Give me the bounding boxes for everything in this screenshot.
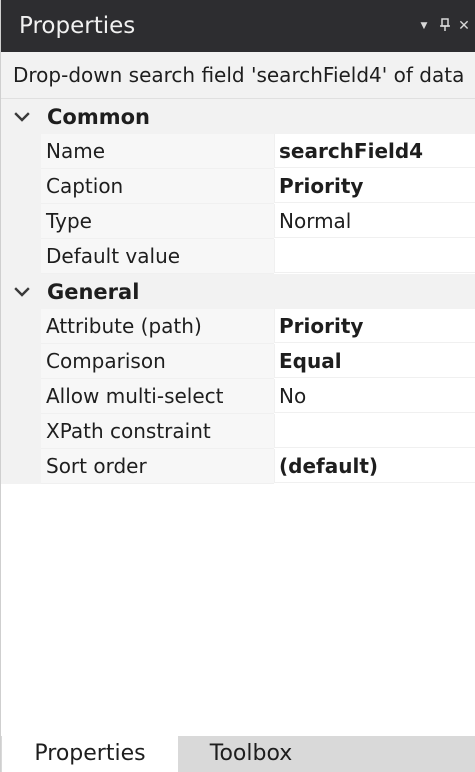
bottom-tab-strip: Properties Toolbox: [1, 736, 475, 772]
row-gutter: [1, 344, 41, 379]
property-name-cell[interactable]: XPath constraint: [41, 414, 274, 449]
property-name-cell[interactable]: Sort order: [41, 449, 274, 484]
selection-description-text: Drop-down search field 'searchField4' of…: [13, 63, 465, 87]
property-name: Default value: [46, 244, 181, 268]
property-name: Sort order: [46, 454, 147, 478]
property-row[interactable]: Attribute (path) Priority: [1, 309, 475, 344]
property-grid: Common Name searchField4 Caption Priority Typ…: [1, 99, 475, 484]
property-value: Priority: [279, 174, 364, 198]
property-name-cell[interactable]: Name: [41, 134, 274, 169]
property-value-cell[interactable]: [274, 414, 475, 448]
category-label: General: [47, 280, 140, 304]
panel-title: Properties: [19, 13, 136, 39]
property-value-cell[interactable]: (default): [274, 449, 475, 483]
chevron-down-icon[interactable]: [13, 108, 31, 126]
property-value-cell[interactable]: Normal: [274, 204, 475, 238]
property-value: Equal: [279, 349, 342, 373]
row-gutter: [1, 239, 41, 274]
row-gutter: [1, 134, 41, 169]
caret-down-icon[interactable]: ▼: [417, 18, 431, 34]
property-name: Type: [46, 209, 92, 233]
property-value: Priority: [279, 314, 364, 338]
category-label: Common: [47, 105, 150, 129]
property-value: searchField4: [279, 139, 424, 163]
property-name: Comparison: [46, 349, 166, 373]
row-gutter: [1, 309, 41, 344]
property-name: Name: [46, 139, 106, 163]
tab-properties[interactable]: Properties: [2, 736, 178, 772]
category-common[interactable]: Common: [1, 99, 475, 134]
row-gutter: [1, 449, 41, 484]
property-value: No: [279, 384, 307, 408]
property-name-cell[interactable]: Allow multi-select: [41, 379, 274, 414]
row-gutter: [1, 169, 41, 204]
property-value: Normal: [279, 209, 352, 233]
property-name: Attribute (path): [46, 314, 202, 338]
property-name: Caption: [46, 174, 124, 198]
property-value-cell[interactable]: Equal: [274, 344, 475, 378]
property-row[interactable]: Default value: [1, 239, 475, 274]
close-icon[interactable]: ✕: [457, 18, 471, 34]
property-value-cell[interactable]: searchField4: [274, 134, 475, 168]
property-row[interactable]: Sort order (default): [1, 449, 475, 484]
property-row[interactable]: Name searchField4: [1, 134, 475, 169]
panel-titlebar: Properties ▼ ✕: [1, 0, 475, 52]
pin-icon[interactable]: [438, 18, 452, 34]
property-value: (default): [279, 454, 379, 478]
property-value-cell[interactable]: No: [274, 379, 475, 413]
property-row[interactable]: Allow multi-select No: [1, 379, 475, 414]
property-name-cell[interactable]: Comparison: [41, 344, 274, 379]
property-name-cell[interactable]: Attribute (path): [41, 309, 274, 344]
property-row[interactable]: XPath constraint: [1, 414, 475, 449]
chevron-down-icon[interactable]: [13, 283, 31, 301]
properties-panel: Properties ▼ ✕ Drop-down search field 's…: [0, 0, 475, 772]
selection-description: Drop-down search field 'searchField4' of…: [1, 52, 475, 99]
pin-icon-graphic: [440, 18, 450, 31]
property-name-cell[interactable]: Type: [41, 204, 274, 239]
row-gutter: [1, 379, 41, 414]
property-row[interactable]: Comparison Equal: [1, 344, 475, 379]
property-row[interactable]: Type Normal: [1, 204, 475, 239]
property-name-cell[interactable]: Caption: [41, 169, 274, 204]
row-gutter: [1, 414, 41, 449]
property-name: Allow multi-select: [46, 384, 224, 408]
property-value-cell[interactable]: [274, 239, 475, 273]
property-name-cell[interactable]: Default value: [41, 239, 274, 274]
row-gutter: [1, 204, 41, 239]
property-value-cell[interactable]: Priority: [274, 169, 475, 203]
tab-toolbox[interactable]: Toolbox: [178, 736, 324, 772]
property-row[interactable]: Caption Priority: [1, 169, 475, 204]
category-general[interactable]: General: [1, 274, 475, 309]
property-name: XPath constraint: [46, 419, 211, 443]
property-value-cell[interactable]: Priority: [274, 309, 475, 343]
